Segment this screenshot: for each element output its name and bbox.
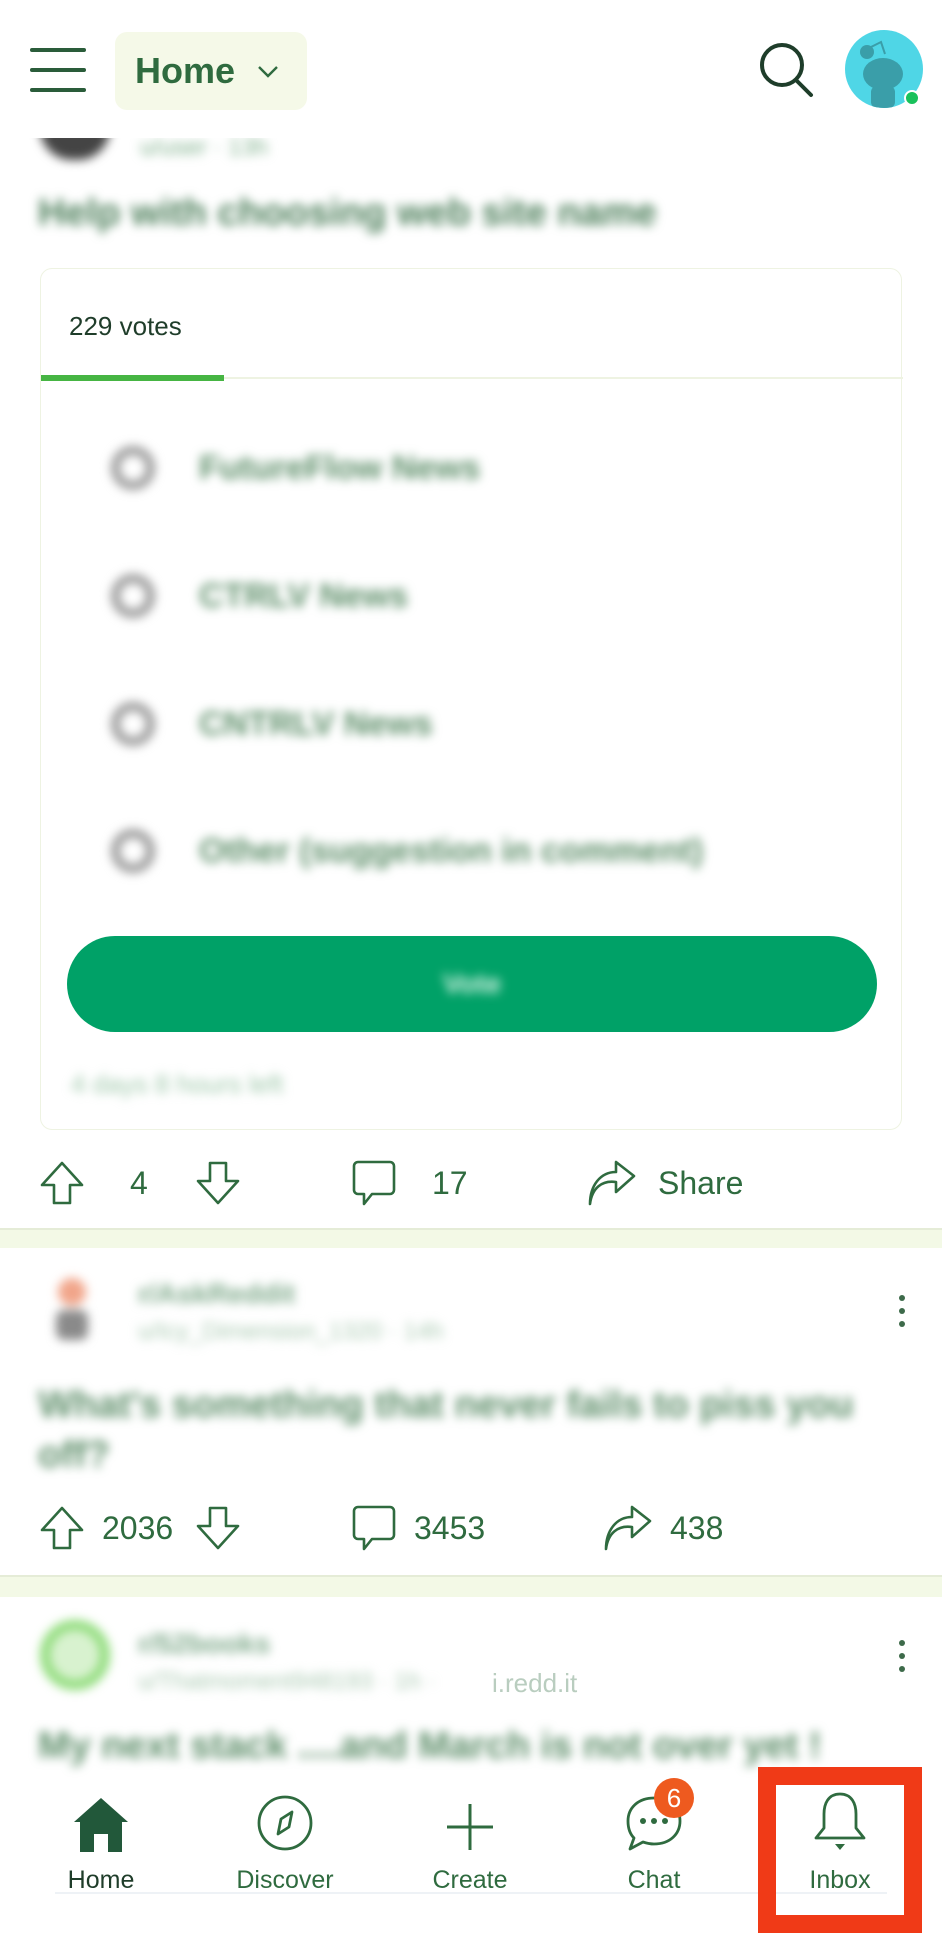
radio-button-icon[interactable] xyxy=(111,446,155,490)
comment-bubble-icon xyxy=(352,1505,396,1551)
poll-card: 229 votes FutureFlow News CTRLV News CNT… xyxy=(40,268,903,1130)
comments-button[interactable]: 17 xyxy=(350,1148,468,1218)
post-action-bar: 4 17 Share xyxy=(0,1148,942,1218)
nav-label: Create xyxy=(432,1866,508,1894)
nav-label: Inbox xyxy=(809,1866,871,1894)
nav-discover[interactable]: Discover xyxy=(210,1780,360,1910)
downvote-button[interactable] xyxy=(194,1493,242,1563)
share-button[interactable]: 438 xyxy=(602,1493,723,1563)
post-title[interactable]: What's something that never fails to pis… xyxy=(38,1380,858,1480)
poll-option-label: FutureFlow News xyxy=(199,448,481,487)
comment-count: 3453 xyxy=(414,1509,486,1546)
home-icon xyxy=(74,1798,128,1852)
chevron-down-icon xyxy=(258,66,278,78)
nav-chat[interactable]: 6 Chat xyxy=(579,1778,729,1910)
hamburger-menu-icon[interactable] xyxy=(30,48,86,92)
comment-bubble-icon xyxy=(352,1160,396,1206)
nav-create[interactable]: Create xyxy=(395,1780,545,1910)
vote-button-label: Vote xyxy=(442,968,502,999)
post-separator xyxy=(0,1228,942,1248)
comment-count: 17 xyxy=(432,1164,468,1201)
share-label: Share xyxy=(658,1164,744,1201)
nav-label: Discover xyxy=(236,1866,334,1894)
subreddit-avatar[interactable] xyxy=(42,1270,102,1350)
subreddit-name[interactable]: r/AskReddit xyxy=(138,1278,295,1310)
link-domain[interactable]: i.redd.it xyxy=(492,1668,577,1699)
poll-option[interactable]: CTRLV News xyxy=(111,574,408,618)
poll-option-label: Other (suggestion in comment) xyxy=(199,831,704,870)
radio-button-icon[interactable] xyxy=(111,574,155,618)
poll-option[interactable]: CNTRLV News xyxy=(111,702,433,746)
search-icon[interactable] xyxy=(755,38,819,102)
poll-option-label: CTRLV News xyxy=(199,576,409,615)
vote-button[interactable]: Vote xyxy=(67,936,877,1032)
post-action-bar: 2036 3453 438 xyxy=(0,1493,942,1563)
chat-unread-badge: 6 xyxy=(654,1778,694,1818)
post-score: 2036 xyxy=(102,1509,174,1546)
poll-votes-count: 229 votes xyxy=(69,311,182,341)
post-author-meta[interactable]: u/user · 13h xyxy=(140,134,268,162)
downvote-button[interactable] xyxy=(194,1148,242,1218)
share-arrow-icon xyxy=(588,1160,636,1206)
poll-option[interactable]: FutureFlow News xyxy=(111,446,480,490)
online-status-dot xyxy=(904,90,920,106)
radio-button-icon[interactable] xyxy=(111,829,155,873)
radio-button-icon[interactable] xyxy=(111,702,155,746)
subreddit-avatar[interactable] xyxy=(40,1620,110,1690)
post-author-meta[interactable]: u/Thatmoment948193 · 1h · xyxy=(138,1668,436,1696)
share-arrow-icon xyxy=(604,1505,652,1551)
feed-selector-label: Home xyxy=(135,50,236,91)
upvote-button[interactable] xyxy=(38,1148,86,1218)
upvote-button[interactable] xyxy=(38,1493,86,1563)
bell-icon xyxy=(814,1792,866,1850)
upvote-arrow-icon xyxy=(40,1506,84,1550)
post-score: 4 xyxy=(130,1164,148,1201)
upvote-arrow-icon xyxy=(40,1161,84,1205)
plus-icon xyxy=(447,1804,493,1850)
post-title[interactable]: Help with choosing web site name xyxy=(38,192,657,235)
poll-option[interactable]: Other (suggestion in comment) xyxy=(111,829,703,873)
downvote-arrow-icon xyxy=(196,1161,240,1205)
post-separator xyxy=(0,1575,942,1597)
bottom-navigation-bar: Home Discover Create 6 Chat Inbox xyxy=(0,1778,942,1933)
nav-label: Home xyxy=(67,1866,135,1894)
comments-button[interactable]: 3453 xyxy=(350,1493,485,1563)
share-count: 438 xyxy=(670,1509,724,1546)
top-app-bar: Home xyxy=(0,0,942,138)
nav-label: Chat xyxy=(627,1866,681,1894)
share-button[interactable]: Share xyxy=(586,1148,743,1218)
poll-time-left: 4 days 8 hours left xyxy=(71,1069,284,1099)
more-options-icon[interactable] xyxy=(897,1640,907,1672)
nav-home[interactable]: Home xyxy=(26,1780,176,1910)
compass-icon xyxy=(257,1795,313,1851)
more-options-icon[interactable] xyxy=(897,1295,907,1327)
poll-tab-indicator xyxy=(41,375,224,381)
nav-divider xyxy=(55,1892,887,1894)
subreddit-name[interactable]: r/52books xyxy=(138,1628,270,1660)
feed-selector-dropdown[interactable]: Home xyxy=(115,32,307,110)
poll-option-label: CNTRLV News xyxy=(199,704,433,743)
downvote-arrow-icon xyxy=(196,1506,240,1550)
nav-inbox[interactable]: Inbox xyxy=(765,1780,915,1910)
post-title[interactable]: My next stack ....and March is not over … xyxy=(38,1725,821,1768)
post-author-meta[interactable]: u/Icy_Dimension_1320 · 14h xyxy=(138,1318,444,1346)
